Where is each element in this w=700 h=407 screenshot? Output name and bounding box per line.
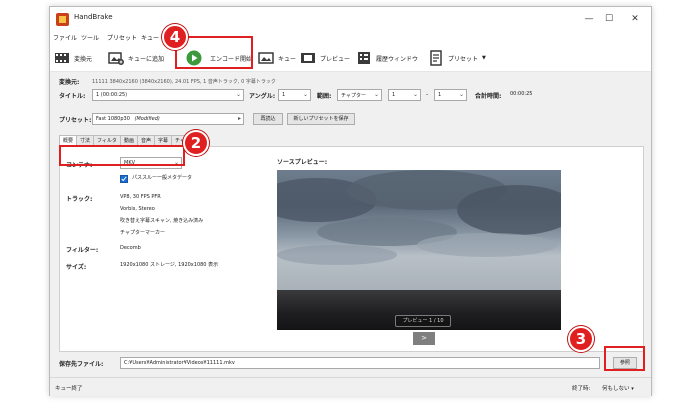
save-path-input[interactable]: C:¥Users¥Administrator¥Videos¥11111.mkv [120,357,600,369]
preview-image: プレビュー 1 / 10 [277,170,561,330]
source-label: 変換元 [74,55,93,63]
title-dropdown-value: 1 (00:00:25) [96,92,128,98]
summary-panel: コンテナ: MKV ⌄ パススルー一般メタデータ トラック: VP8, 30 F… [59,146,644,352]
source-info: 変換元: 11111 3840x2160 (3840x2160), 24.01 … [50,72,651,87]
menu-presets[interactable]: プリセット [107,33,137,42]
size-value: 1920x1080 ストレージ, 1920x1080 表示 [120,262,219,268]
checkmark-icon [121,176,127,182]
duration-label: 合計時間: [475,93,502,100]
reload-preset-button[interactable]: 再読込 [253,113,283,125]
chevron-down-icon: ▾ [631,386,634,392]
save-bar: 保存先ファイル: C:¥Users¥Administrator¥Videos¥1… [50,352,651,374]
cloud-layer [277,170,561,265]
presets-button[interactable]: プリセット ▼ [428,48,486,68]
passthru-metadata-label: パススルー一般メタデータ [132,175,193,181]
angle-dropdown[interactable]: 1 ⌄ [278,89,311,101]
when-done-dropdown[interactable]: 何もしない ▾ [602,384,634,392]
range-type-value: チャプター [341,93,366,99]
queue-icon [258,52,274,64]
app-window: HandBrake — ☐ ✕ ファイル ツール プリセット キュー 変換元 キ… [49,6,652,396]
title-label: タイトル: [59,93,86,100]
film-source-icon [55,53,69,63]
preview-button[interactable]: プレビュー [300,48,350,68]
activity-window-button[interactable]: 履歴ウィンドウ [356,48,418,68]
source-preview-label: ソースプレビュー: [277,159,328,166]
track-chapters: チャプターマーカー [120,230,165,236]
passthru-metadata-checkbox[interactable] [120,175,128,183]
menu-bar: ファイル ツール プリセット キュー [50,31,651,44]
chevron-down-icon: ▼ [482,55,486,61]
range-label: 範囲: [317,93,332,100]
preview-sky [277,170,561,290]
preview-next-button[interactable]: > [413,332,435,345]
track-subtitles: 吹き替え字幕スキャン, 焼き込み済み [120,218,204,224]
queue-button[interactable]: キュー [258,48,296,68]
maximize-button[interactable]: ☐ [602,12,616,26]
preview-film-icon [301,53,315,63]
title-bar: HandBrake — ☐ ✕ [50,7,651,31]
preset-label: プリセット: [59,117,92,124]
filters-label: フィルター: [66,247,99,254]
window-title: HandBrake [74,13,113,21]
source-button[interactable]: 変換元 [54,48,92,68]
add-to-queue-label: キューに追加 [128,55,165,63]
activity-window-label: 履歴ウィンドウ [376,55,419,63]
preview-caption: プレビュー 1 / 10 [395,315,451,327]
save-path-value: C:¥Users¥Administrator¥Videos¥11111.mkv [124,360,235,366]
filters-value: Decomb [120,245,141,251]
activity-log-icon [358,52,370,64]
preset-modified: (Modified) [134,116,160,122]
range-from-value: 1 [392,92,396,98]
chevron-down-icon: ⌄ [412,91,418,98]
browse-highlight [604,346,645,371]
menu-queue[interactable]: キュー [141,33,159,42]
status-text: キュー終了 [55,386,83,392]
preset-value: Fast 1080p30 [96,116,130,122]
queue-label: キュー [278,55,297,63]
range-from-dropdown[interactable]: 1 ⌄ [388,89,421,101]
range-to-dropdown[interactable]: 1 ⌄ [434,89,467,101]
track-audio: Vorbis, Stereo [120,206,155,212]
chevron-right-icon: ▸ [237,115,241,122]
menu-file[interactable]: ファイル [53,33,77,42]
handbrake-logo-icon [56,13,69,26]
save-new-preset-button[interactable]: 新しいプリセットを保存 [287,113,355,125]
status-bar: キュー終了 終了時: 何もしない ▾ [50,377,651,396]
chevron-down-icon: ⌄ [373,91,379,98]
tracks-label: トラック: [66,196,93,203]
add-queue-icon [108,52,124,65]
callout-badge-4: 4 [162,24,188,50]
close-button[interactable]: ✕ [628,12,642,26]
range-dash: - [426,91,429,98]
presets-document-icon [430,50,442,66]
duration-value: 00:00:25 [510,91,533,97]
save-file-label: 保存先ファイル: [59,361,104,368]
container-highlight [59,145,185,166]
toolbar: 変換元 キューに追加 エンコード開始 キュー プレビュー 履歴ウィンドウ プリセ… [50,44,651,72]
title-dropdown[interactable]: 1 (00:00:25) ⌄ [92,89,244,101]
minimize-button[interactable]: — [582,12,596,26]
add-to-queue-button[interactable]: キューに追加 [108,48,164,68]
source-info-label: 変換元: [59,79,80,86]
preview-label: プレビュー [320,55,351,63]
size-label: サイズ: [66,264,87,271]
menu-tools[interactable]: ツール [81,33,99,42]
callout-badge-3: 3 [568,326,594,352]
track-video: VP8, 30 FPS PFR [120,194,161,200]
source-info-text: 11111 3840x2160 (3840x2160), 24.01 FPS, … [92,79,276,85]
when-done-value: 何もしない [602,386,630,392]
angle-dropdown-value: 1 [282,92,286,98]
range-to-value: 1 [438,92,442,98]
when-done-label: 終了時: [572,386,591,392]
chevron-down-icon: ⌄ [302,91,308,98]
chevron-down-icon: ⌄ [458,91,464,98]
range-type-dropdown[interactable]: チャプター ⌄ [337,89,382,101]
callout-badge-2: 2 [183,130,209,156]
preset-dropdown[interactable]: Fast 1080p30 (Modified) ▸ [92,113,244,125]
chevron-down-icon: ⌄ [235,91,241,98]
angle-label: アングル: [249,93,276,100]
presets-label: プリセット [448,55,479,63]
